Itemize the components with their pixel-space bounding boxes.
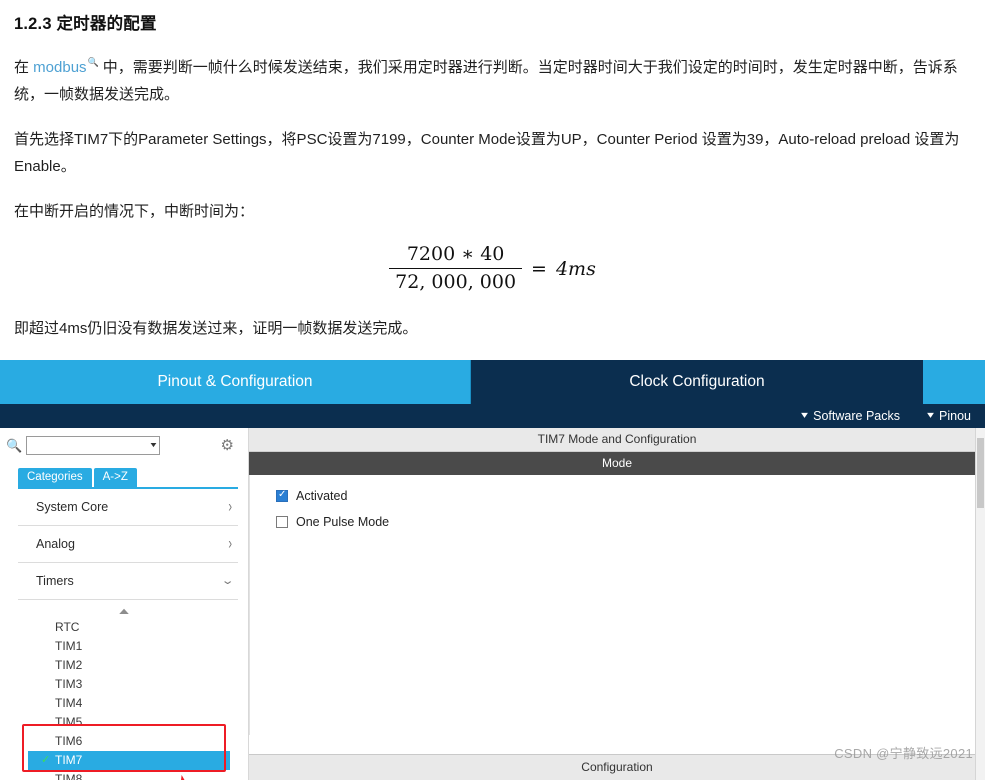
cubemx-screenshot: Pinout & Configuration Clock Configurati… [0,359,985,780]
modbus-link[interactable]: modbus [33,59,86,76]
tab-pinout-configuration[interactable]: Pinout & Configuration [0,359,471,404]
tab-extra[interactable] [923,359,985,404]
gear-icon[interactable]: ⚙ [221,438,234,453]
software-packs-menu[interactable]: ▾ Software Packs [788,404,914,428]
formula-result: 4ms [555,257,596,280]
paragraph-1-prefix: 在 [14,59,34,76]
pinout-menu-label: Pinou [939,408,971,423]
equals-sign: = [531,257,547,280]
scrollbar-thumb[interactable] [977,437,984,508]
accordion-timers-label: Timers [36,573,74,588]
accordion-timers[interactable]: Timers ⌄ [18,563,238,600]
vertical-scrollbar[interactable] [975,427,985,780]
tab-a-to-z[interactable]: A->Z [93,467,137,487]
search-icon: 🔍 [6,437,23,453]
software-packs-label: Software Packs [813,408,900,423]
fraction-numerator: 7200 ∗ 40 [406,243,505,265]
checkbox-row-one-pulse-mode[interactable]: One Pulse Mode [276,515,984,529]
pinout-menu[interactable]: ▾ Pinou [914,404,985,428]
checkbox-activated[interactable] [276,489,288,502]
page-title: 1.2.3 定时器的配置 [14,15,157,33]
checkbox-row-activated[interactable]: Activated [276,489,984,503]
chevron-right-icon: › [228,497,232,516]
paragraph-1-rest: 中，需要判断一帧什么时候发送结束，我们采用定时器进行判断。当定时器时间大于我们设… [14,59,958,103]
chevron-down-icon: ▼ [148,442,159,449]
checkbox-one-pulse-mode[interactable] [276,515,288,528]
panel-title: TIM7 Mode and Configuration [249,427,985,452]
mode-section-body: Activated One Pulse Mode [249,474,985,735]
paragraph-3: 在中断开启的情况下，中断时间为： [14,203,255,220]
mode-section-header: Mode [249,451,985,475]
search-input[interactable]: ▼ [26,436,160,455]
search-row: 🔍 ▼ ⚙ [0,428,248,460]
list-item-tim2[interactable]: TIM2 [0,656,248,675]
chevron-down-icon: ▾ [927,409,934,421]
list-item-tim5[interactable]: TIM5 [0,713,248,732]
paragraph-2: 首先选择TIM7下的Parameter Settings，将PSC设置为7199… [14,131,960,175]
cubemx-tabbar: Pinout & Configuration Clock Configurati… [0,359,985,404]
mode-configuration-panel: TIM7 Mode and Configuration Mode Activat… [249,427,985,780]
tab-clock-configuration[interactable]: Clock Configuration [471,359,923,404]
chevron-down-icon: ▾ [801,409,809,421]
checkbox-one-pulse-mode-label: One Pulse Mode [296,514,390,529]
list-item-tim4[interactable]: TIM4 [0,694,248,713]
formula-block: 7200 ∗ 40 72, 000, 000 = 4ms [14,243,971,295]
timer-list: RTC TIM1 TIM2 TIM3 TIM4 TIM5 TIM6 TIM7 T… [0,618,248,780]
interrupt-time-formula: 7200 ∗ 40 72, 000, 000 = 4ms [389,243,596,295]
cubemx-subbar: ▾ Software Packs ▾ Pinou [0,403,985,428]
list-item-tim1[interactable]: TIM1 [0,637,248,656]
paragraph-4: 即超过4ms仍旧没有数据发送过来，证明一帧数据发送完成。 [14,319,418,337]
fraction: 7200 ∗ 40 72, 000, 000 [389,243,523,295]
chevron-right-icon: › [228,534,232,553]
watermark: CSDN @宁静致远2021 [834,745,973,761]
tab-categories[interactable]: Categories [18,467,92,487]
cubemx-body: 🔍 ▼ ⚙ Categories A->Z System Core › Anal… [0,427,985,780]
fraction-denominator: 72, 000, 000 [389,267,523,295]
search-icon: 🔍 [87,57,99,67]
list-item-rtc[interactable]: RTC [0,618,248,637]
accordion-analog[interactable]: Analog › [18,526,238,563]
accordion-system-core[interactable]: System Core › [18,489,238,526]
article-body: 1.2.3 定时器的配置 在 modbus🔍 中，需要判断一帧什么时候发送结束，… [0,0,985,342]
category-tabs: Categories A->Z [18,467,248,487]
accordion-analog-label: Analog [36,536,75,551]
accordion-system-core-label: System Core [36,499,109,514]
list-item-tim3[interactable]: TIM3 [0,675,248,694]
list-item-tim8[interactable]: TIM8 [0,770,248,780]
peripheral-tree-panel: 🔍 ▼ ⚙ Categories A->Z System Core › Anal… [0,427,249,780]
paragraph-1: 在 modbus🔍 中，需要判断一帧什么时候发送结束，我们采用定时器进行判断。当… [14,50,971,108]
list-item-tim7[interactable]: TIM7 [28,750,230,770]
chevron-down-icon: ⌄ [220,575,235,587]
checkbox-activated-label: Activated [296,488,348,503]
